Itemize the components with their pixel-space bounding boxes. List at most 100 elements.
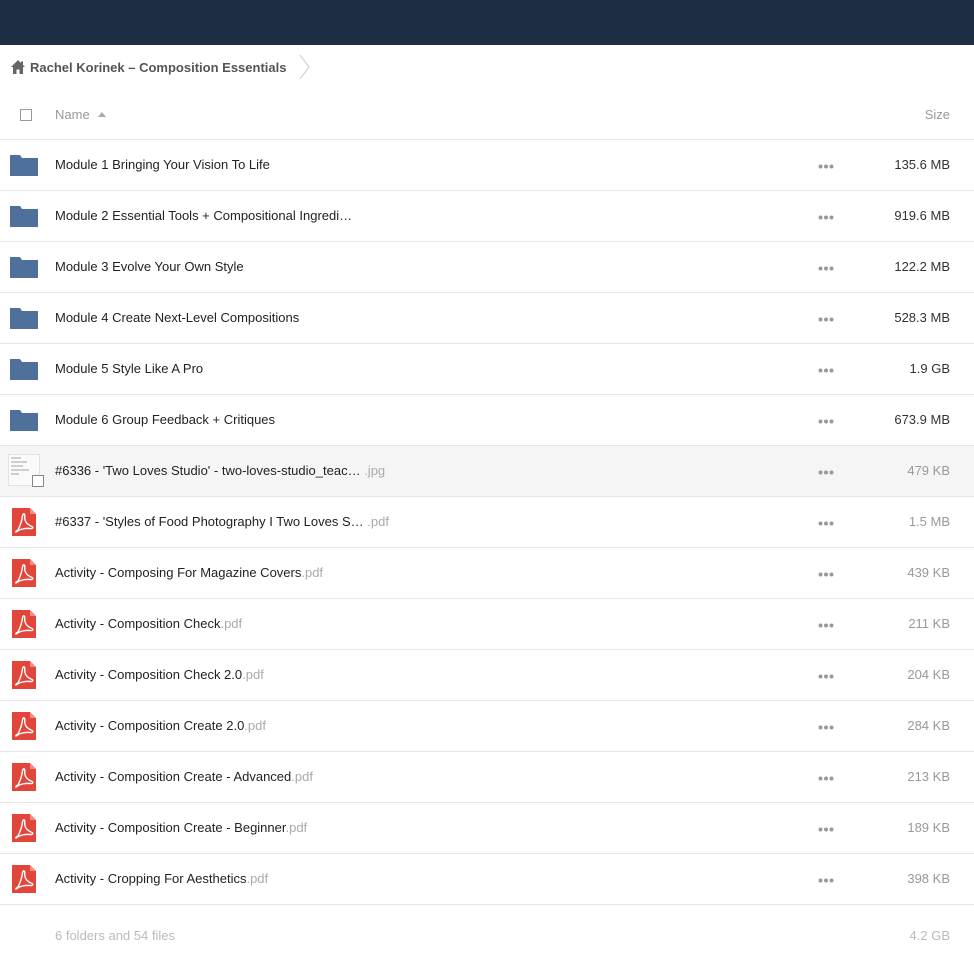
- breadcrumb-current-folder[interactable]: Rachel Korinek – Composition Essentials: [30, 60, 286, 75]
- file-name-base: Activity - Composition Create - Beginner: [55, 820, 286, 835]
- file-size: 284 KB: [907, 718, 950, 733]
- file-name-base: Activity - Cropping For Aesthetics: [55, 871, 247, 886]
- file-name-base: Activity - Composing For Magazine Covers: [55, 565, 302, 580]
- image-thumbnail: [8, 454, 44, 488]
- file-size: 479 KB: [907, 463, 950, 478]
- more-actions-icon[interactable]: [818, 266, 834, 271]
- file-row[interactable]: Module 4 Create Next-Level Compositions 5…: [0, 293, 974, 344]
- file-extension: .pdf: [220, 616, 243, 631]
- more-actions-icon[interactable]: [818, 215, 834, 220]
- folder-icon: [10, 206, 38, 227]
- file-extension: .pdf: [242, 667, 264, 682]
- more-actions-icon[interactable]: [818, 623, 834, 628]
- file-size: 204 KB: [907, 667, 950, 682]
- file-name[interactable]: Activity - Composition Create 2.0.pdf: [55, 718, 266, 733]
- pdf-icon: [12, 865, 36, 893]
- file-name[interactable]: Activity - Composing For Magazine Covers…: [55, 565, 323, 580]
- file-size: 213 KB: [907, 769, 950, 784]
- file-name-base: Module 4 Create Next-Level Compositions: [55, 310, 300, 325]
- file-row[interactable]: Activity - Composition Check 2.0.pdf 204 …: [0, 650, 974, 701]
- more-actions-icon[interactable]: [818, 572, 834, 577]
- row-select-checkbox[interactable]: [32, 475, 44, 487]
- select-all-checkbox[interactable]: [20, 109, 32, 121]
- file-size: 189 KB: [907, 820, 950, 835]
- file-name-base: Activity - Composition Check: [55, 616, 221, 631]
- more-actions-icon[interactable]: [818, 419, 834, 424]
- file-row[interactable]: Module 1 Bringing Your Vision To Life 135…: [0, 140, 974, 191]
- more-actions-icon[interactable]: [818, 725, 834, 730]
- more-actions-icon[interactable]: [818, 827, 834, 832]
- file-extension: .jpg: [364, 463, 386, 478]
- file-name[interactable]: Activity - Composition Create - Beginner…: [55, 820, 307, 835]
- folder-icon: [10, 308, 38, 329]
- file-size: 919.6 MB: [894, 208, 950, 223]
- file-row[interactable]: Module 3 Evolve Your Own Style 122.2 MB: [0, 242, 974, 293]
- file-name[interactable]: #6336 - 'Two Loves Studio' - two-loves-s…: [55, 463, 385, 478]
- more-actions-icon[interactable]: [818, 164, 834, 169]
- file-size: 528.3 MB: [894, 310, 950, 325]
- file-name-base: Module 3 Evolve Your Own Style: [55, 259, 244, 274]
- folder-icon: [10, 155, 38, 176]
- more-actions-icon[interactable]: [818, 521, 834, 526]
- file-row[interactable]: Module 6 Group Feedback + Critiques 673.9…: [0, 395, 974, 446]
- file-row[interactable]: Activity - Composition Check.pdf 211 KB: [0, 599, 974, 650]
- file-name-base: Activity - Composition Check 2.0: [55, 667, 243, 682]
- breadcrumb: Rachel Korinek – Composition Essentials: [0, 45, 974, 89]
- file-name[interactable]: Activity - Composition Create - Advanced…: [55, 769, 313, 784]
- file-size: 398 KB: [907, 871, 950, 886]
- file-name[interactable]: Module 1 Bringing Your Vision To Life: [55, 157, 270, 172]
- top-bar: [0, 0, 974, 45]
- file-name[interactable]: Activity - Cropping For Aesthetics.pdf: [55, 871, 268, 886]
- file-list: Module 1 Bringing Your Vision To Life 135…: [0, 140, 974, 905]
- name-column-label: Name: [55, 107, 90, 122]
- file-name-base: Activity - Composition Create - Advanced: [55, 769, 292, 784]
- more-actions-icon[interactable]: [818, 776, 834, 781]
- more-actions-icon[interactable]: [818, 317, 834, 322]
- file-row[interactable]: Module 5 Style Like A Pro 1.9 GB: [0, 344, 974, 395]
- breadcrumb-separator-icon: [299, 54, 311, 80]
- file-row[interactable]: Activity - Composition Create 2.0.pdf 284…: [0, 701, 974, 752]
- file-extension: .pdf: [285, 820, 308, 835]
- total-size: 4.2 GB: [909, 928, 950, 943]
- pdf-icon: [12, 763, 36, 791]
- file-name-base: Module 2 Essential Tools + Compositional…: [55, 208, 353, 223]
- file-row[interactable]: Activity - Composition Create - Beginner…: [0, 803, 974, 854]
- file-row[interactable]: #6337 - 'Styles of Food Photography I Tw…: [0, 497, 974, 548]
- file-row[interactable]: Activity - Composing For Magazine Covers…: [0, 548, 974, 599]
- file-size: 1.5 MB: [908, 514, 950, 529]
- file-name[interactable]: Module 4 Create Next-Level Compositions: [55, 310, 299, 325]
- file-extension: .pdf: [244, 718, 266, 733]
- pdf-icon: [12, 814, 36, 842]
- more-actions-icon[interactable]: [818, 878, 834, 883]
- file-name[interactable]: Module 6 Group Feedback + Critiques: [55, 412, 275, 427]
- file-size: 211 KB: [908, 616, 950, 631]
- pdf-icon: [12, 661, 36, 689]
- folder-icon: [10, 257, 38, 278]
- file-name[interactable]: Activity - Composition Check 2.0.pdf: [55, 667, 264, 682]
- more-actions-icon[interactable]: [818, 674, 834, 679]
- more-actions-icon[interactable]: [818, 368, 834, 373]
- more-actions-icon[interactable]: [818, 470, 834, 475]
- file-name[interactable]: Module 3 Evolve Your Own Style: [55, 259, 244, 274]
- file-row[interactable]: Activity - Cropping For Aesthetics.pdf 39…: [0, 854, 974, 905]
- file-name[interactable]: Module 5 Style Like A Pro: [55, 361, 203, 376]
- file-row[interactable]: Module 2 Essential Tools + Compositional…: [0, 191, 974, 242]
- home-icon[interactable]: [10, 59, 26, 75]
- pdf-icon: [12, 610, 36, 638]
- file-name[interactable]: Module 2 Essential Tools + Compositional…: [55, 208, 352, 223]
- file-size: 1.9 GB: [909, 361, 950, 376]
- file-list-header: Name Size: [0, 89, 974, 140]
- sort-by-name[interactable]: Name: [55, 107, 106, 122]
- folder-icon: [10, 359, 38, 380]
- folder-icon: [10, 410, 38, 431]
- file-count-summary: 6 folders and 54 files: [55, 928, 175, 943]
- pdf-icon: [12, 712, 36, 740]
- file-row[interactable]: #6336 - 'Two Loves Studio' - two-loves-s…: [0, 446, 974, 497]
- sort-by-size[interactable]: Size: [925, 107, 950, 122]
- file-row[interactable]: Activity - Composition Create - Advanced…: [0, 752, 974, 803]
- pdf-icon: [12, 559, 36, 587]
- file-name[interactable]: #6337 - 'Styles of Food Photography I Tw…: [55, 514, 389, 529]
- file-name-base: #6337 - 'Styles of Food Photography I Tw…: [55, 514, 368, 529]
- file-name[interactable]: Activity - Composition Check.pdf: [55, 616, 242, 631]
- file-name-base: Module 1 Bringing Your Vision To Life: [55, 157, 270, 172]
